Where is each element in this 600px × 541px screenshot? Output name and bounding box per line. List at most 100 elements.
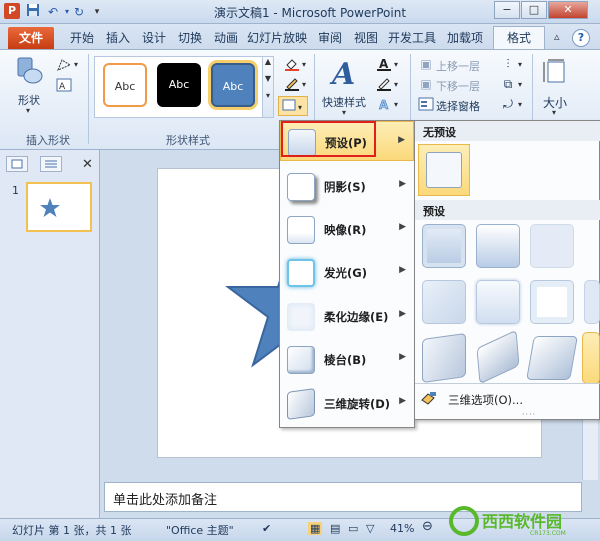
rotate-dropdown-icon[interactable]: ▾ bbox=[518, 100, 522, 109]
text-box-icon[interactable]: A bbox=[56, 78, 72, 92]
text-outline-icon[interactable] bbox=[376, 77, 392, 91]
tab-slideshow[interactable]: 幻灯片放映 bbox=[244, 28, 310, 48]
submenu-resize-grip-icon[interactable]: ···· bbox=[522, 410, 536, 419]
menu-item-glow[interactable]: 发光(G) ▶ bbox=[280, 252, 414, 292]
tab-animations[interactable]: 动画 bbox=[208, 28, 244, 48]
shape-fill-dropdown-icon[interactable]: ▾ bbox=[302, 60, 306, 69]
theme-name: "Office 主题" bbox=[166, 524, 234, 537]
preset-option[interactable] bbox=[526, 336, 578, 380]
gallery-down-icon[interactable]: ▼ bbox=[263, 74, 273, 83]
spell-check-icon[interactable]: ✔ bbox=[262, 522, 271, 535]
preset-option[interactable] bbox=[476, 280, 520, 324]
edit-shape-icon[interactable] bbox=[56, 58, 72, 72]
preset-option[interactable] bbox=[422, 224, 466, 268]
size-dropdown-icon[interactable]: ▾ bbox=[552, 108, 556, 117]
customize-qat-icon[interactable]: ▾ bbox=[88, 3, 106, 21]
tab-home[interactable]: 开始 bbox=[64, 28, 100, 48]
menu-item-shadow[interactable]: 阴影(S) ▶ bbox=[280, 166, 414, 206]
tab-transitions[interactable]: 切换 bbox=[172, 28, 208, 48]
maximize-button[interactable]: □ bbox=[521, 1, 547, 19]
text-fill-dropdown-icon[interactable]: ▾ bbox=[394, 60, 398, 69]
quick-styles-dropdown-icon[interactable]: ▾ bbox=[342, 108, 346, 117]
group-separator bbox=[88, 54, 89, 144]
text-fill-icon[interactable]: A bbox=[376, 57, 392, 71]
shape-style-option[interactable]: Abc bbox=[103, 63, 147, 107]
preset-option-selected[interactable] bbox=[582, 332, 600, 384]
text-effects-icon[interactable]: A bbox=[376, 97, 392, 113]
slideshow-view-icon[interactable]: ▽ bbox=[366, 522, 374, 535]
presets-heading: 预设 bbox=[415, 200, 600, 220]
shape-effects-button[interactable]: ▾ bbox=[278, 96, 308, 116]
shape-fill-icon[interactable] bbox=[284, 57, 300, 71]
preset-option[interactable] bbox=[422, 280, 466, 324]
tab-file[interactable]: 文件 bbox=[8, 27, 54, 49]
redo-icon[interactable]: ↻ bbox=[70, 3, 88, 21]
tab-review[interactable]: 审阅 bbox=[312, 28, 348, 48]
bring-forward-label[interactable]: 上移一层 bbox=[436, 58, 480, 74]
normal-view-icon[interactable]: ▦ bbox=[308, 522, 323, 535]
outline-tab[interactable] bbox=[40, 156, 62, 172]
tab-view[interactable]: 视图 bbox=[348, 28, 384, 48]
rotate-icon[interactable]: ⤾ bbox=[500, 97, 516, 111]
glow-thumb-icon bbox=[287, 259, 315, 287]
reading-view-icon[interactable]: ▭ bbox=[348, 522, 358, 535]
tab-developer[interactable]: 开发工具 bbox=[384, 28, 440, 48]
preset-option[interactable] bbox=[530, 280, 574, 324]
preset-option[interactable] bbox=[584, 280, 600, 324]
group-dropdown-icon[interactable]: ▾ bbox=[518, 80, 522, 89]
zoom-level[interactable]: 41% bbox=[390, 522, 414, 535]
tab-addins[interactable]: 加载项 bbox=[442, 28, 488, 48]
text-outline-dropdown-icon[interactable]: ▾ bbox=[394, 80, 398, 89]
selection-pane-label[interactable]: 选择窗格 bbox=[436, 98, 480, 114]
insert-shapes-group-label: 插入形状 bbox=[26, 134, 70, 147]
zoom-out-icon[interactable]: ⊖ bbox=[422, 519, 433, 534]
minimize-button[interactable]: − bbox=[494, 1, 520, 19]
menu-item-reflection[interactable]: 映像(R) ▶ bbox=[280, 209, 414, 249]
shapes-dropdown-icon[interactable]: ▾ bbox=[26, 106, 30, 115]
menu-item-bevel[interactable]: 棱台(B) ▶ bbox=[280, 339, 414, 379]
close-button[interactable]: ✕ bbox=[548, 1, 588, 19]
shape-style-option-selected[interactable]: Abc bbox=[211, 63, 255, 107]
size-icon[interactable] bbox=[542, 58, 570, 86]
watermark-logo: 西西软件园 CR173.COM bbox=[448, 505, 598, 537]
send-backward-icon[interactable]: ▣ bbox=[418, 77, 434, 91]
align-dropdown-icon[interactable]: ▾ bbox=[518, 60, 522, 69]
shape-outline-icon[interactable] bbox=[284, 77, 300, 91]
text-effects-dropdown-icon[interactable]: ▾ bbox=[394, 100, 398, 109]
no-preset-option[interactable] bbox=[418, 144, 470, 196]
slide-thumbnail[interactable] bbox=[26, 182, 92, 232]
help-icon[interactable]: ? bbox=[572, 29, 590, 47]
menu-item-soft-edges[interactable]: 柔化边缘(E) ▶ bbox=[280, 296, 414, 336]
shapes-icon[interactable] bbox=[16, 56, 43, 86]
powerpoint-app-icon[interactable]: P bbox=[4, 3, 20, 19]
save-icon[interactable] bbox=[24, 3, 42, 21]
align-icon[interactable]: ⫶ bbox=[500, 57, 516, 71]
highlight-box bbox=[281, 121, 376, 157]
preset-option[interactable] bbox=[476, 224, 520, 268]
menu-item-3d-rotation[interactable]: 三维旋转(D) ▶ bbox=[280, 383, 414, 423]
submenu-arrow-icon: ▶ bbox=[399, 265, 406, 275]
preset-option[interactable] bbox=[530, 224, 574, 268]
group-icon[interactable]: ⧉ bbox=[500, 77, 516, 91]
3d-rotation-thumb-icon bbox=[287, 388, 315, 420]
tab-format[interactable]: 格式 bbox=[493, 26, 545, 50]
slide-sorter-icon[interactable]: ▤ bbox=[330, 522, 340, 535]
bring-forward-icon[interactable]: ▣ bbox=[418, 57, 434, 71]
gallery-up-icon[interactable]: ▲ bbox=[263, 57, 273, 66]
tab-design[interactable]: 设计 bbox=[136, 28, 172, 48]
wordart-icon[interactable]: A bbox=[328, 56, 364, 92]
svg-text:A: A bbox=[379, 57, 389, 71]
selection-pane-icon[interactable] bbox=[418, 97, 434, 111]
send-backward-label[interactable]: 下移一层 bbox=[436, 78, 480, 94]
minimize-ribbon-icon[interactable]: ▵ bbox=[554, 30, 560, 43]
close-panel-icon[interactable]: ✕ bbox=[82, 157, 93, 172]
preset-option[interactable] bbox=[422, 332, 466, 384]
edit-shape-dropdown-icon[interactable]: ▾ bbox=[74, 60, 78, 69]
gallery-more-icon[interactable]: ▾ bbox=[263, 91, 273, 100]
3d-options-link[interactable]: 三维选项(O)... bbox=[448, 392, 523, 408]
gallery-scroll[interactable]: ▲ ▼ ▾ bbox=[262, 56, 274, 118]
shape-style-option[interactable]: Abc bbox=[157, 63, 201, 107]
slides-tab[interactable] bbox=[6, 156, 28, 172]
shape-outline-dropdown-icon[interactable]: ▾ bbox=[302, 80, 306, 89]
tab-insert[interactable]: 插入 bbox=[100, 28, 136, 48]
